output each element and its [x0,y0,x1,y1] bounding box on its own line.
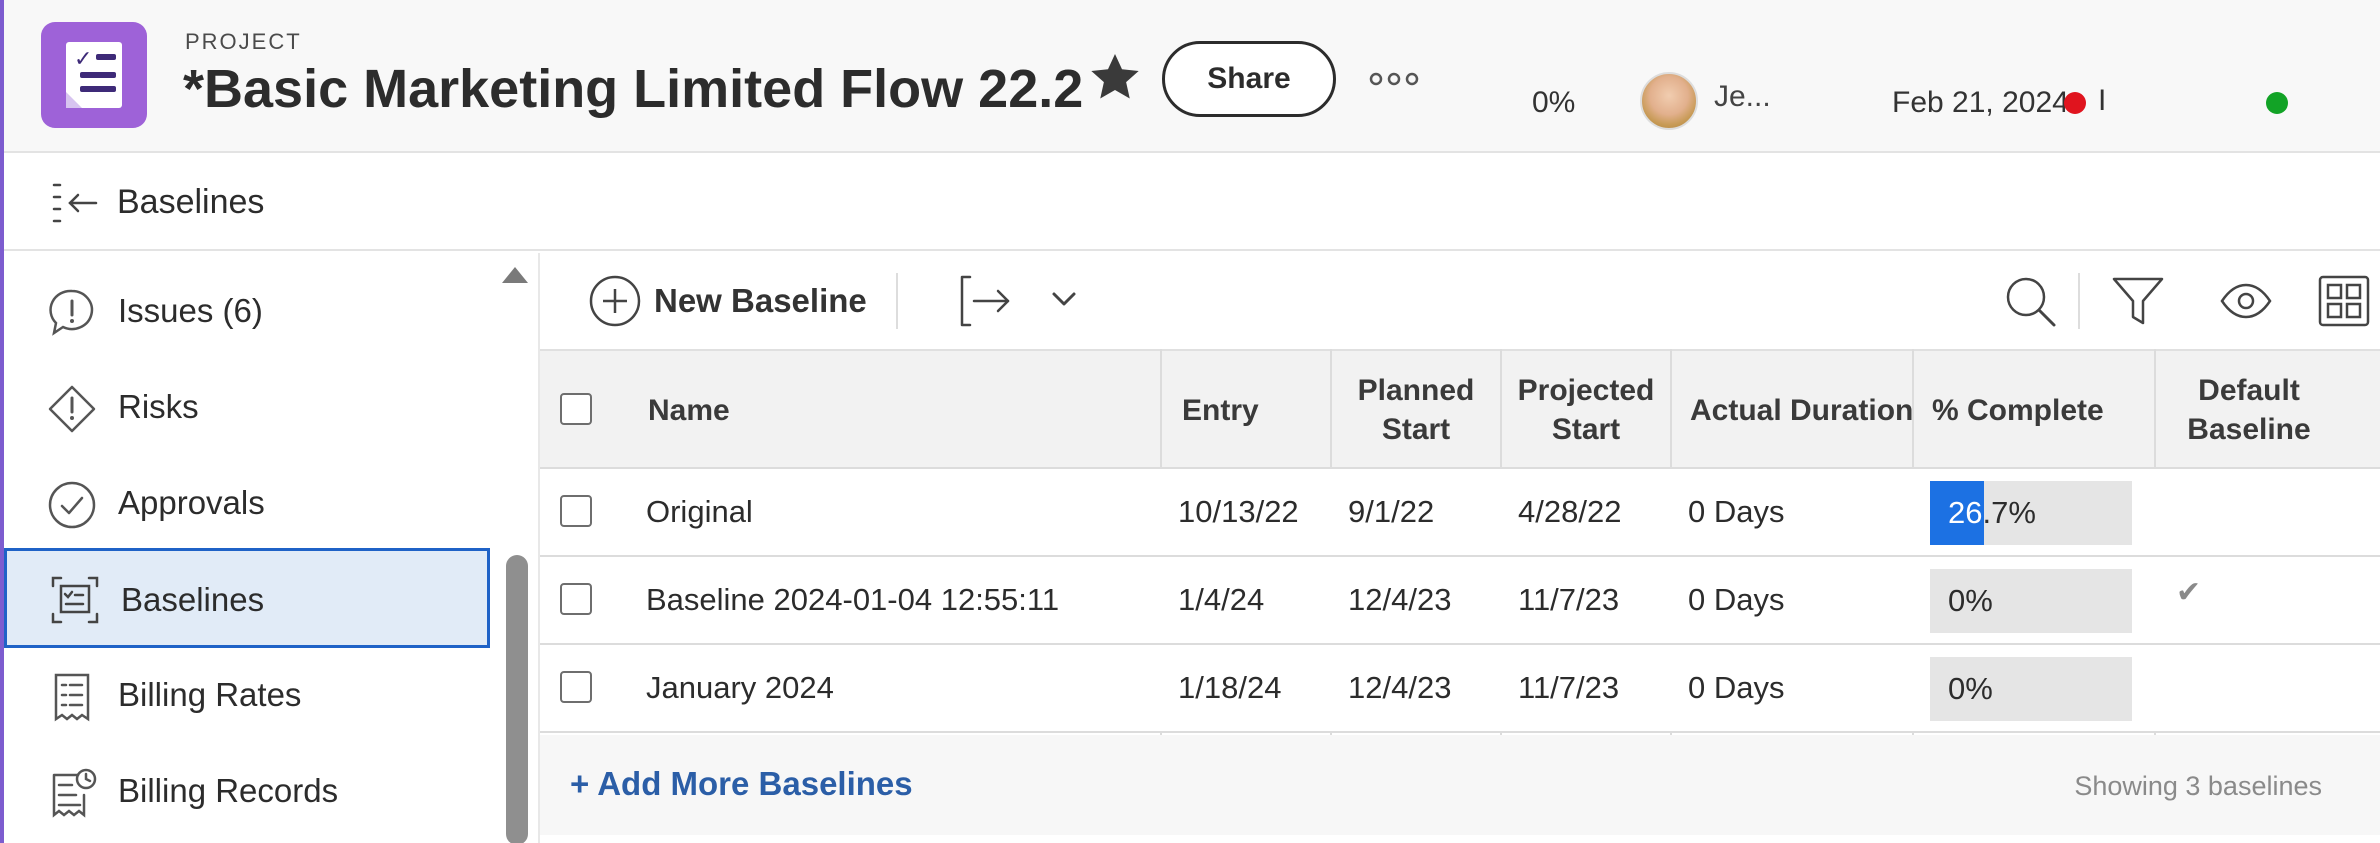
baselines-panel: New Baseline Name Entry Planned Start Pr… [538,253,2380,843]
planned-start: 9/1/22 [1348,494,1435,529]
entry-date: 1/4/24 [1178,582,1265,617]
sidebar-item-label: Baselines [121,581,265,618]
actual-duration: 0 Days [1688,670,1785,705]
column-header-percent-complete[interactable]: % Complete [1932,351,2104,469]
new-baseline-label: New Baseline [654,282,867,319]
sidebar-item-label: Risks [118,388,199,425]
baselines-icon [51,576,99,624]
toolbar-divider [2078,273,2080,329]
project-label: PROJECT [185,29,302,54]
star-icon[interactable] [1086,48,1144,106]
projected-start: 11/7/23 [1518,582,1620,617]
sidebar-item-billing-records[interactable]: Billing Records [4,744,490,840]
project-percent-complete: 0% [1532,86,1576,119]
baseline-name[interactable]: Original [646,469,753,555]
section-title: Baselines [117,183,265,221]
sidebar-item-baselines[interactable]: Baselines [4,548,490,648]
column-header-name[interactable]: Name [648,351,730,469]
showing-count: Showing 3 baselines [2074,771,2322,801]
column-header-default-baseline[interactable]: Default Baseline [2154,351,2344,469]
baseline-name[interactable]: Baseline 2024-01-04 12:55:11 [646,557,1059,643]
section-header: Baselines [4,155,2380,251]
projected-start: 4/28/22 [1518,494,1622,529]
column-header-projected-start[interactable]: Projected Start [1502,351,1670,469]
percent-complete-fill: 26.7% [1930,481,1984,545]
grid-view-icon[interactable] [2316,273,2372,329]
percent-complete-value: 0% [1948,583,1993,618]
percent-complete-bar: 0% 0% [1930,657,2132,721]
sidebar-nav: Issues (6) Risks Approvals Baselines Bil… [4,253,536,843]
plus-circle-icon [589,275,641,327]
new-baseline-button[interactable]: New Baseline [588,271,867,331]
project-icon: ✓ [41,22,147,128]
actual-duration: 0 Days [1688,582,1785,617]
scroll-up-arrow[interactable] [502,267,528,283]
planned-start: 12/4/23 [1348,582,1452,617]
project-header: ✓ PROJECT *Basic Marketing Limited Flow … [4,0,2380,153]
late-status-dot [2064,92,2086,114]
sidebar-item-label: Issues (6) [118,292,263,329]
table-row[interactable]: January 2024 1/18/24 12/4/23 11/7/23 0 D… [540,645,2380,733]
share-button[interactable]: Share [1162,41,1336,117]
percent-complete-bar: 26.7% 26.7% [1930,481,2132,545]
eye-icon[interactable] [2218,273,2274,329]
entry-date: 10/13/22 [1178,494,1299,529]
sidebar-item-billing-rates[interactable]: Billing Rates [4,648,490,744]
toolbar-divider [896,273,898,329]
sidebar-item-risks[interactable]: Risks [4,360,490,456]
row-checkbox[interactable] [560,583,592,615]
table-toolbar: New Baseline [540,253,2380,349]
sidebar-item-label: Billing Rates [118,676,302,713]
issues-icon [49,289,94,336]
owner-name[interactable]: Je... [1714,80,1771,114]
default-baseline-check: ✔ [2176,576,2202,609]
scrollbar-thumb[interactable] [506,555,528,843]
sidebar-item-label: Approvals [118,484,265,521]
project-status: I [2098,84,2107,117]
table-header: Name Entry Planned Start Projected Start… [540,349,2380,469]
search-icon[interactable] [2002,273,2058,329]
sidebar-item-label: Billing Records [118,772,339,809]
baseline-name[interactable]: January 2024 [646,645,834,731]
table-footer: + Add More Baselines Showing 3 baselines [540,735,2380,835]
select-all-checkbox[interactable] [560,393,592,425]
billing-rates-icon [54,673,90,722]
sidebar-item-approvals[interactable]: Approvals [4,456,490,552]
billing-records-icon [52,768,97,818]
filter-icon[interactable] [2110,273,2166,329]
row-checkbox[interactable] [560,495,592,527]
planned-start: 12/4/23 [1348,670,1452,705]
more-options-icon[interactable] [1368,68,1420,90]
owner-avatar[interactable] [1640,72,1698,130]
sidebar-item-issues[interactable]: Issues (6) [4,264,490,360]
actual-duration: 0 Days [1688,494,1785,529]
chevron-down-icon[interactable] [1048,283,1080,315]
export-icon[interactable] [958,273,1014,329]
column-header-actual-duration[interactable]: Actual Duration [1690,351,1913,469]
table-row[interactable]: Baseline 2024-01-04 12:55:11 1/4/24 12/4… [540,557,2380,645]
column-header-entry[interactable]: Entry [1182,351,1259,469]
percent-complete-bar: 0% 0% [1930,569,2132,633]
project-title[interactable]: *Basic Marketing Limited Flow 22.2 [183,58,1083,120]
risks-icon [48,385,96,433]
table-row[interactable]: Original 10/13/22 9/1/22 4/28/22 0 Days … [540,469,2380,557]
condition-status-dot [2266,92,2288,114]
project-due-date: Feb 21, 2024 [1892,86,2069,119]
sidebar-scrollbar[interactable] [496,253,532,843]
percent-complete-value: 0% [1948,671,1993,706]
entry-date: 1/18/24 [1178,670,1282,705]
row-checkbox[interactable] [560,671,592,703]
add-more-baselines-link[interactable]: + Add More Baselines [570,765,913,803]
column-header-planned-start[interactable]: Planned Start [1332,351,1500,469]
projected-start: 11/7/23 [1518,670,1620,705]
approvals-icon [48,481,96,529]
collapse-panel-icon[interactable] [48,179,102,227]
